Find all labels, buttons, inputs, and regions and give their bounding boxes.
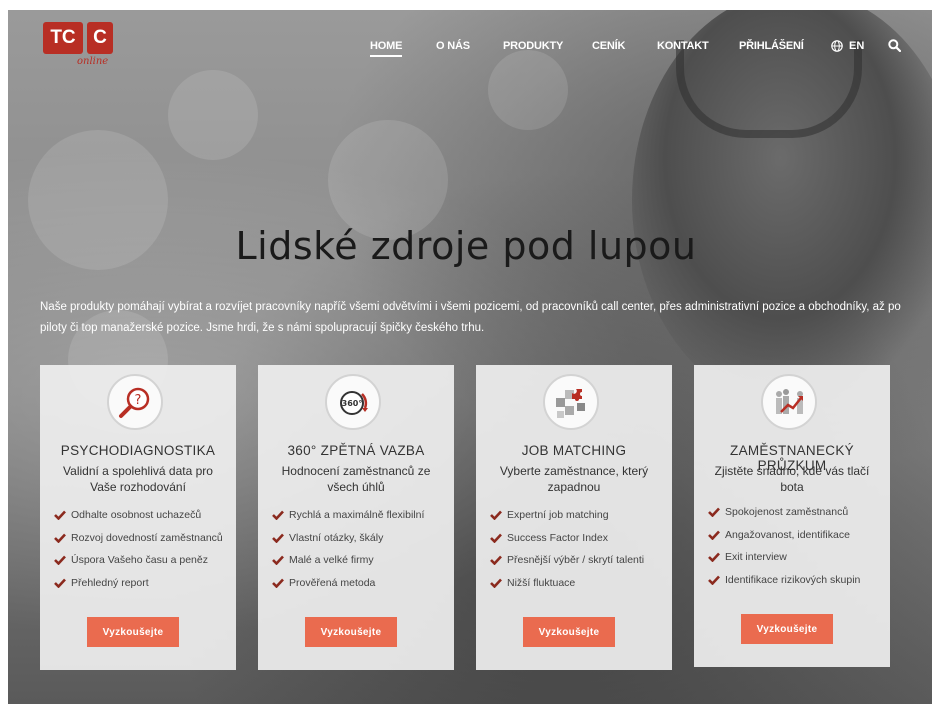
card-title: JOB MATCHING [521,443,627,458]
list-item-label: Úspora Vašeho času a peněz [71,554,208,566]
check-icon [708,575,720,585]
people-chart-icon [761,374,817,430]
hero-intro: Naše produkty pomáhají vybírat a rozvíje… [40,301,901,334]
list-item: Přehledný report [54,577,223,600]
list-item-label: Prověřená metoda [289,576,376,589]
logo-subtitle: online [77,56,109,67]
list-item: Exit interview [708,551,860,574]
list-item: Nižší fluktuace [490,577,644,600]
check-icon [54,578,66,588]
feature-list: Odhalte osobnost uchazečů Rozvoj dovedno… [54,509,223,599]
check-icon [272,533,284,543]
list-item: Vlastní otázky, škály [272,532,424,555]
check-icon [490,555,502,565]
check-icon [490,510,502,520]
list-item: Expertní job matching [490,509,644,532]
feature-list: Spokojenost zaměstnanců Angažovanost, id… [708,506,860,596]
check-icon [272,510,284,520]
list-item: Rychlá a maximálně flexibilní [272,509,424,532]
sunglasses-shape [676,40,862,138]
feature-list: Expertní job matching Success Factor Ind… [490,509,644,599]
list-item-label: Success Factor Index [507,531,608,544]
nav-kontakt[interactable]: KONTAKT [657,40,709,52]
product-card-job-matching: JOB MATCHING Vyberte zaměstnance, který … [476,365,672,670]
360-feedback-icon: 360° [325,374,381,430]
try-button-psychodiagnostika[interactable]: Vyzkoušejte [87,617,179,647]
nav-home[interactable]: HOME [370,40,403,57]
list-item: Přesnější výběr / skrytí talenti [490,554,644,577]
globe-icon[interactable] [831,40,843,52]
check-icon [272,555,284,565]
svg-text:?: ? [135,393,142,408]
check-icon [272,578,284,588]
nav-o-nas[interactable]: O NÁS [436,40,470,52]
card-title: 360° ZPĚTNÁ VAZBA [287,443,425,458]
card-title: PSYCHODIAGNOSTIKA [60,443,216,458]
list-item: Prověřená metoda [272,577,424,600]
list-item-label: Odhalte osobnost uchazečů [71,509,202,521]
list-item: Identifikace rizikových skupin [708,574,860,597]
product-card-employee-survey: ZAMĚSTNANECKÝ PRŮZKUM Zjistěte snadno, k… [694,365,890,667]
list-item: Malé a velké firmy [272,554,424,577]
check-icon [490,578,502,588]
list-item-label: Vlastní otázky, škály [289,531,384,544]
list-item-label: Exit interview [725,551,787,563]
svg-text:360°: 360° [342,399,363,408]
check-icon [708,530,720,540]
try-button-360[interactable]: Vyzkoušejte [305,617,397,647]
check-icon [54,510,66,520]
card-subtitle: Validní a spolehlivá data pro Vaše rozho… [63,464,213,494]
list-item: Success Factor Index [490,532,644,555]
try-button-job-matching[interactable]: Vyzkoušejte [523,617,615,647]
list-item-label: Nižší fluktuace [507,576,576,589]
list-item: Angažovanost, identifikace [708,529,860,552]
hero-title: Lidské zdroje pod lupou [235,224,697,268]
search-icon[interactable] [888,39,901,52]
list-item-label: Spokojenost zaměstnanců [725,506,849,518]
try-button-employee-survey[interactable]: Vyzkoušejte [741,614,833,644]
list-item: Úspora Vašeho času a peněz [54,554,223,577]
logo-tc: TC [43,22,83,54]
list-item-label: Angažovanost, identifikace [725,528,850,541]
list-item-label: Přehledný report [71,576,149,589]
product-card-psychodiagnostika: ? PSYCHODIAGNOSTIKA Validní a spolehlivá… [40,365,236,670]
list-item-label: Rychlá a maximálně flexibilní [289,509,425,521]
list-item: Odhalte osobnost uchazečů [54,509,223,532]
check-icon [708,552,720,562]
card-subtitle: Vyberte zaměstnance, který zapadnou [499,464,649,494]
list-item-label: Identifikace rizikových skupin [725,573,861,586]
card-subtitle: Zjistěte snadno, kde vás tlačí bota [714,464,870,494]
list-item: Rozvoj dovedností zaměstnanců [54,532,223,555]
list-item-label: Přesnější výběr / skrytí talenti [507,554,645,566]
nav-produkty[interactable]: PRODUKTY [503,40,563,52]
list-item-label: Malé a velké firmy [289,554,374,566]
product-card-360: 360° 360° ZPĚTNÁ VAZBA Hodnocení zaměstn… [258,365,454,670]
check-icon [54,555,66,565]
nav-cenik[interactable]: CENÍK [592,40,625,52]
list-item-label: Rozvoj dovedností zaměstnanců [71,531,223,544]
check-icon [708,507,720,517]
check-icon [54,533,66,543]
puzzle-icon [543,374,599,430]
list-item: Spokojenost zaměstnanců [708,506,860,529]
magnifier-question-icon: ? [107,374,163,430]
logo[interactable]: TC C online [43,22,113,72]
card-subtitle: Hodnocení zaměstnanců ze všech úhlů [281,464,431,494]
logo-c: C [87,22,113,54]
check-icon [490,533,502,543]
language-switch[interactable]: EN [849,40,864,52]
feature-list: Rychlá a maximálně flexibilní Vlastní ot… [272,509,424,599]
list-item-label: Expertní job matching [507,509,609,521]
nav-prihlaseni[interactable]: PŘIHLÁŠENÍ [739,40,804,52]
